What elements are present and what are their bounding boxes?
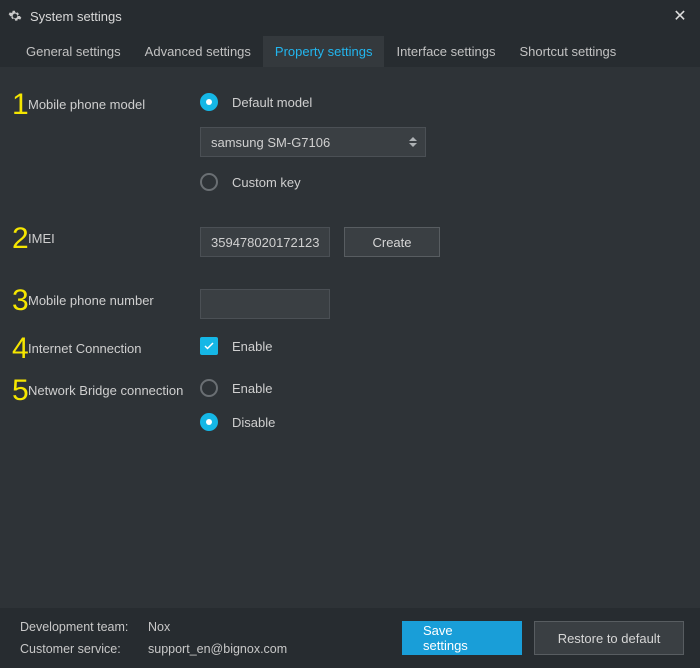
window-title: System settings [30, 9, 122, 24]
chevron-updown-icon [409, 137, 417, 147]
phone-number-field[interactable] [200, 289, 330, 319]
radio-custom-key[interactable] [200, 173, 218, 191]
tab-interface[interactable]: Interface settings [384, 36, 507, 67]
check-icon [203, 340, 215, 352]
step-number-4: 4 [10, 337, 28, 361]
radio-default-model[interactable] [200, 93, 218, 111]
label-phone-model: Mobile phone model [28, 93, 200, 112]
support-value: support_en@bignox.com [148, 642, 287, 656]
content-area: 1 Mobile phone model Default model samsu… [0, 67, 700, 608]
tab-property[interactable]: Property settings [263, 36, 385, 67]
support-label: Customer service: [20, 642, 138, 656]
step-number-1: 1 [10, 93, 28, 117]
save-button[interactable]: Save settings [402, 621, 522, 655]
radio-bridge-enable-label: Enable [232, 381, 272, 396]
imei-field[interactable] [200, 227, 330, 257]
tabs: General settings Advanced settings Prope… [0, 30, 700, 67]
label-internet: Internet Connection [28, 337, 200, 356]
restore-button[interactable]: Restore to default [534, 621, 684, 655]
row-phone-model: 1 Mobile phone model Default model samsu… [10, 93, 684, 191]
close-icon[interactable]: ✕ [670, 6, 690, 26]
gear-icon [8, 9, 22, 23]
step-number-2: 2 [10, 227, 28, 251]
tab-shortcut[interactable]: Shortcut settings [507, 36, 628, 67]
tab-advanced[interactable]: Advanced settings [133, 36, 263, 67]
dev-team-label: Development team: [20, 620, 138, 634]
radio-bridge-disable[interactable] [200, 413, 218, 431]
dev-team-value: Nox [148, 620, 170, 634]
radio-bridge-enable[interactable] [200, 379, 218, 397]
titlebar: System settings ✕ [0, 0, 700, 30]
label-phone-number: Mobile phone number [28, 289, 200, 308]
radio-custom-key-label: Custom key [232, 175, 301, 190]
footer: Development team: Nox Customer service: … [0, 608, 700, 668]
label-bridge: Network Bridge connection [28, 379, 200, 398]
step-number-3: 3 [10, 289, 28, 313]
radio-default-model-label: Default model [232, 95, 312, 110]
internet-enable-label: Enable [232, 339, 272, 354]
tab-general[interactable]: General settings [14, 36, 133, 67]
label-imei: IMEI [28, 227, 200, 246]
step-number-5: 5 [10, 379, 28, 403]
create-button[interactable]: Create [344, 227, 440, 257]
model-select-value: samsung SM-G7106 [211, 135, 330, 150]
model-select[interactable]: samsung SM-G7106 [200, 127, 426, 157]
row-imei: 2 IMEI Create [10, 227, 684, 257]
radio-bridge-disable-label: Disable [232, 415, 275, 430]
row-internet: 4 Internet Connection Enable [10, 337, 684, 361]
row-bridge: 5 Network Bridge connection Enable Disab… [10, 379, 684, 431]
internet-enable-checkbox[interactable] [200, 337, 218, 355]
row-phone-number: 3 Mobile phone number [10, 289, 684, 319]
